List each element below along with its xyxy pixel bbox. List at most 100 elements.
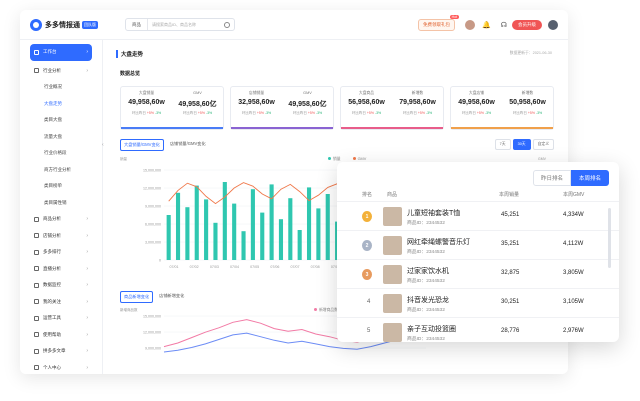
stat-card[interactable]: 大盘店铺 新增数 49,958,60w 50,958,60w 环比昨日 +5% -3% 环… xyxy=(450,86,554,130)
header-gmv: 本周GMV xyxy=(563,192,585,198)
ranking-popup: 昨日排名 本周排名 排名 商品 本周销量 本周GMV 1 儿童短袖套装T恤 商品ID… xyxy=(337,162,619,342)
sidebar-item-5[interactable]: 流量大盘 xyxy=(20,129,102,146)
sidebar-item-16[interactable]: 运营工具 › xyxy=(20,310,102,327)
sales-bar[interactable] xyxy=(166,215,171,260)
sidebar-item-8[interactable]: 类目榜单 xyxy=(20,178,102,195)
gift-promo-button[interactable]: 免费领取礼包 Hot xyxy=(418,14,460,31)
product-id: 商品ID：2344532 xyxy=(407,250,445,255)
sidebar-item-7[interactable]: 商方行业分析 xyxy=(20,162,102,179)
stat-card[interactable]: 店铺销量 GMV 32,958,60w 49,958,60亿 环比昨日 +5% -3% 环… xyxy=(230,86,334,130)
sidebar-item-label: 个人中心 xyxy=(43,364,61,370)
sidebar-item-3[interactable]: 大盘走势 xyxy=(20,96,102,113)
tab-yesterday[interactable]: 昨日排名 xyxy=(532,170,571,186)
sidebar-item-14[interactable]: 数据监控 › xyxy=(20,277,102,294)
range-7d[interactable]: 7天 xyxy=(494,139,511,150)
tab-new-products[interactable]: 商品新增变化 xyxy=(120,291,154,303)
tab-this-week[interactable]: 本周排名 xyxy=(570,170,609,186)
chart1-left-axis-title: 销量 xyxy=(120,157,127,161)
sales-bar[interactable] xyxy=(194,185,199,260)
x-tick-label: 07/05 xyxy=(250,265,259,269)
bell-icon[interactable]: 🔔 xyxy=(482,21,491,29)
sidebar-item-label: 类目属性销 xyxy=(44,199,67,205)
sales-bar[interactable] xyxy=(222,182,227,260)
sidebar-item-4[interactable]: 类目大盘 xyxy=(20,112,102,129)
sidebar-item-12[interactable]: 多多排行 › xyxy=(20,244,102,261)
logo[interactable]: 多多情报通 团队版 xyxy=(30,18,125,31)
sales-bar[interactable] xyxy=(260,212,265,260)
ranking-row[interactable]: 3 过家家饮水机 商品ID：2344532 32,875 3,805W xyxy=(337,260,619,289)
chevron-right-icon: › xyxy=(86,216,88,223)
sidebar-item-18[interactable]: 拼多多文章 › xyxy=(20,343,102,360)
ranking-scrollbar[interactable] xyxy=(608,208,611,268)
stat-value: 56,958,60w xyxy=(348,99,385,106)
sidebar-item-6[interactable]: 行业价格段 xyxy=(20,145,102,162)
sidebar-item-17[interactable]: 使用帮助 › xyxy=(20,327,102,344)
stat-label: GMV xyxy=(303,91,312,95)
sidebar-item-19[interactable]: 个人中心 › xyxy=(20,360,102,375)
stat-card[interactable]: 大盘商品 新增数 56,958,60w 79,958,60w 环比昨日 +5% -3% 环… xyxy=(340,86,444,130)
sidebar-item-10[interactable]: 商品分析 › xyxy=(20,211,102,228)
sales-bar[interactable] xyxy=(316,208,321,260)
sales-bar[interactable] xyxy=(278,219,284,260)
sales-bar[interactable] xyxy=(175,192,181,260)
sales-bar[interactable] xyxy=(241,231,246,260)
range-custom[interactable]: 自定义 xyxy=(532,139,554,150)
service-avatar[interactable] xyxy=(465,19,476,30)
sales-bar[interactable] xyxy=(232,203,237,260)
upgrade-button[interactable]: 会员升级 xyxy=(512,19,542,30)
sales-bar[interactable] xyxy=(250,189,255,260)
x-tick-label: 07/07 xyxy=(291,265,300,269)
legend-sales[interactable]: 销量 xyxy=(328,157,341,162)
sales-bar[interactable] xyxy=(297,230,302,260)
sidebar-item-1[interactable]: 行业分析 › xyxy=(20,63,102,80)
sales-bar[interactable] xyxy=(325,194,330,260)
product-thumbnail xyxy=(383,323,402,342)
stat-label: 店铺销量 xyxy=(248,91,265,95)
ranking-row[interactable]: 1 儿童短袖套装T恤 商品ID：2344532 45,251 4,334W xyxy=(337,202,619,231)
search-type-select[interactable]: 商品 xyxy=(126,19,148,30)
search-input[interactable]: 请搜索商品ID、商品名称 xyxy=(148,22,224,28)
menu-icon xyxy=(34,348,39,354)
sidebar-item-0[interactable]: 工作台 › xyxy=(30,44,92,61)
headset-icon[interactable]: ☊ xyxy=(501,21,507,29)
y-tick-label: 0 xyxy=(159,259,161,263)
sales-bar[interactable] xyxy=(306,187,312,260)
edition-badge: 团队版 xyxy=(82,20,98,29)
product-name: 儿童短袖套装T恤 xyxy=(407,210,461,217)
rank-number: 4 xyxy=(367,299,371,305)
range-30d[interactable]: 30天 xyxy=(512,139,531,150)
tab-shop-sales[interactable]: 店铺销量/GMV变化 xyxy=(167,139,209,151)
search-box[interactable]: 商品 请搜索商品ID、商品名称 xyxy=(125,18,235,31)
sidebar-item-label: 运营工具 xyxy=(43,315,61,321)
collapse-sidebar-icon[interactable]: ‹ xyxy=(102,142,104,148)
sidebar-item-9[interactable]: 类目属性销 xyxy=(20,195,102,212)
ranking-row[interactable]: 5 亲子互动投篮圈 商品ID：2344532 28,776 2,976W xyxy=(337,318,619,342)
rank-medal-icon: 2 xyxy=(362,240,372,251)
tab-market-sales[interactable]: 大盘销量/GMV变化 xyxy=(120,139,164,151)
top-bar: 多多情报通 团队版 商品 请搜索商品ID、商品名称 免费领取礼包 Hot 🔔 ☊… xyxy=(20,10,568,40)
sales-bar[interactable] xyxy=(185,207,190,260)
sidebar-item-11[interactable]: 店铺分析 › xyxy=(20,228,102,245)
stat-value: 49,958,60亿 xyxy=(178,101,217,108)
ranking-row[interactable]: 2 网红牵绳螺警音乐灯 商品ID：2344532 35,251 4,112W xyxy=(337,231,619,260)
sales-bar[interactable] xyxy=(213,222,218,260)
search-icon[interactable] xyxy=(224,21,230,28)
sales-bar[interactable] xyxy=(269,184,274,260)
menu-icon xyxy=(34,332,39,338)
chevron-right-icon: › xyxy=(86,265,88,272)
stat-compare: 环比昨日 +5% -3% xyxy=(402,111,433,115)
sidebar-item-15[interactable]: 我的关注 › xyxy=(20,294,102,311)
trend-tabs: 大盘销量/GMV变化 店铺销量/GMV变化 xyxy=(120,139,212,151)
ranking-row[interactable]: 4 抖音发光恐龙 商品ID：2344532 30,251 3,105W xyxy=(337,289,619,318)
tab-new-shops[interactable]: 店铺新增变化 xyxy=(156,291,187,303)
sidebar-item-label: 商方行业分析 xyxy=(44,166,71,172)
sidebar-item-13[interactable]: 直播分析 › xyxy=(20,261,102,278)
sales-bar[interactable] xyxy=(288,198,293,260)
sales-bar[interactable] xyxy=(204,199,209,260)
sidebar-item-2[interactable]: 行业概况 xyxy=(20,79,102,96)
user-avatar[interactable] xyxy=(548,19,558,30)
x-tick-label: 07/02 xyxy=(190,265,199,269)
stat-card[interactable]: 大盘销量 GMV 49,958,60w 49,958,60亿 环比昨日 +5% -3% 环… xyxy=(120,86,224,130)
stat-compare: 环比昨日 +5% -3% xyxy=(182,111,213,115)
rank-medal-icon: 1 xyxy=(362,211,372,222)
